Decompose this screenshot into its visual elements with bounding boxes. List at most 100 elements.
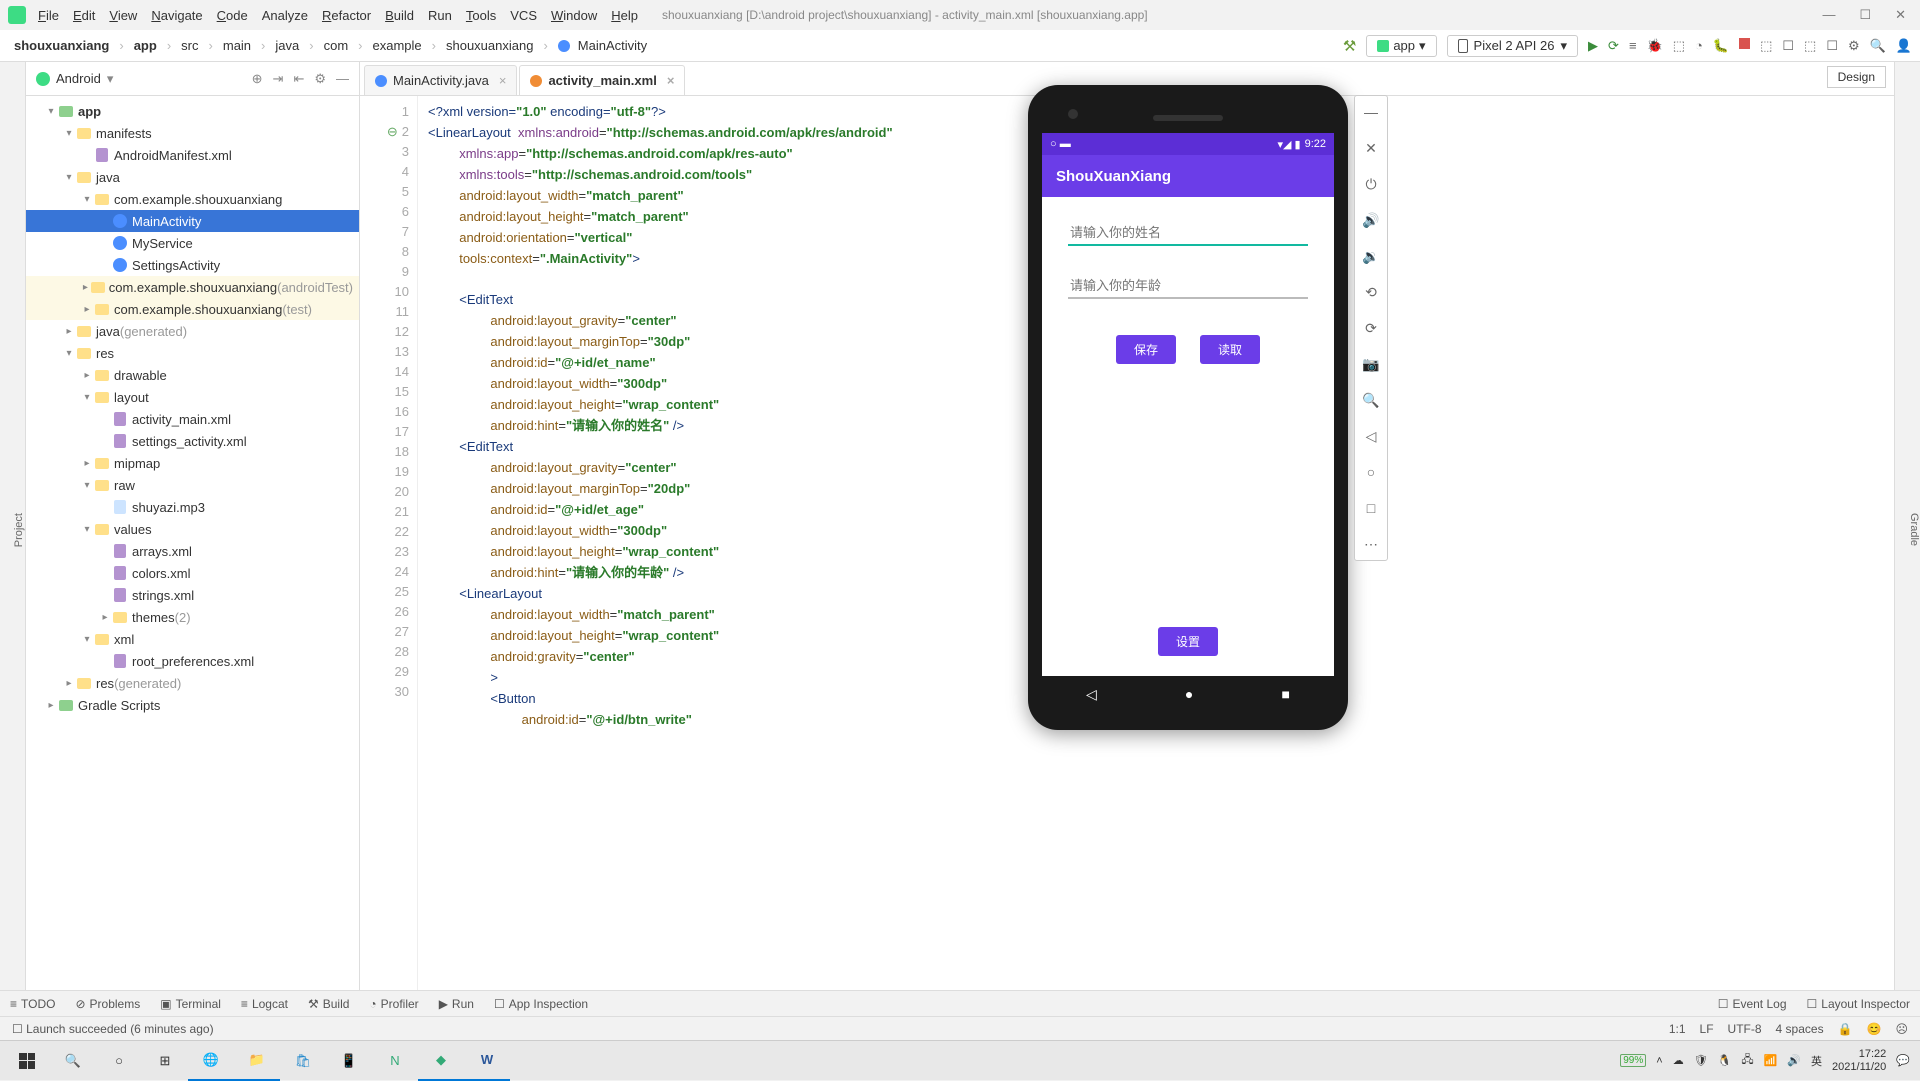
close-icon[interactable]: × — [499, 73, 507, 88]
settings-button[interactable]: 设置 — [1158, 627, 1218, 656]
run-config-dropdown[interactable]: app▾ — [1366, 35, 1436, 57]
tree-strings[interactable]: strings.xml — [26, 584, 359, 606]
terminal-tool[interactable]: ▣ Terminal — [160, 997, 221, 1011]
volume-down-icon[interactable]: 🔉 — [1361, 246, 1381, 266]
camera-icon[interactable]: 📷 — [1361, 354, 1381, 374]
emu-minimize-icon[interactable]: — — [1361, 102, 1381, 122]
read-button[interactable]: 读取 — [1200, 335, 1260, 364]
settings-icon[interactable]: ⚙ — [314, 71, 326, 87]
tree-res[interactable]: ▾res — [26, 342, 359, 364]
caret-position[interactable]: 1:1 — [1669, 1022, 1686, 1036]
menu-vcs[interactable]: VCS — [510, 8, 537, 23]
design-label[interactable]: Design — [1827, 66, 1886, 88]
apply-changes-icon[interactable]: ⟳ — [1608, 38, 1619, 54]
crumb[interactable]: com — [318, 36, 355, 55]
line-separator[interactable]: LF — [1700, 1022, 1714, 1036]
menu-refactor[interactable]: Refactor — [322, 8, 371, 23]
tree-my-service[interactable]: MyService — [26, 232, 359, 254]
tree-java-gen[interactable]: ▸java (generated) — [26, 320, 359, 342]
menu-build[interactable]: Build — [385, 8, 414, 23]
qq-icon[interactable]: 🐧 — [1718, 1054, 1732, 1067]
attach-icon[interactable]: 🐛 — [1713, 38, 1729, 54]
smiley-icon[interactable]: 😊 — [1867, 1022, 1882, 1036]
minimize-button[interactable]: — — [1822, 7, 1835, 23]
wifi-icon[interactable]: 📶 — [1764, 1054, 1778, 1067]
tab-activity-main-xml[interactable]: activity_main.xml× — [519, 65, 685, 95]
tree-settings-activity[interactable]: SettingsActivity — [26, 254, 359, 276]
tree-gradle[interactable]: ▸Gradle Scripts — [26, 694, 359, 716]
save-button[interactable]: 保存 — [1116, 335, 1176, 364]
crumb[interactable]: MainActivity — [552, 36, 653, 55]
clock[interactable]: 17:222021/11/20 — [1832, 1048, 1886, 1074]
profiler-icon[interactable]: ◔ — [1695, 38, 1703, 54]
tree-manifests[interactable]: ▾manifests — [26, 122, 359, 144]
device-dropdown[interactable]: Pixel 2 API 26▾ — [1447, 35, 1578, 57]
tree-pkg-androidtest[interactable]: ▸com.example.shouxuanxiang (androidTest) — [26, 276, 359, 298]
menu-file[interactable]: FFileile — [38, 8, 59, 23]
power-icon[interactable]: ⏻ — [1361, 174, 1381, 194]
close-button[interactable]: ✕ — [1895, 7, 1906, 23]
menu-navigate[interactable]: Navigate — [151, 8, 202, 23]
sync-icon[interactable]: ⬚ — [1760, 38, 1772, 54]
crumb[interactable]: java — [269, 36, 305, 55]
recents-icon[interactable]: ■ — [1281, 686, 1289, 702]
onedrive-icon[interactable]: ☁ — [1673, 1054, 1684, 1067]
back-icon[interactable]: ◁ — [1361, 426, 1381, 446]
menu-view[interactable]: View — [109, 8, 137, 23]
volume-up-icon[interactable]: 🔊 — [1361, 210, 1381, 230]
phone-icon[interactable]: 📱 — [326, 1041, 372, 1081]
coverage-icon[interactable]: ⬚ — [1673, 38, 1685, 54]
tray-chevron-icon[interactable]: ˄ — [1656, 1055, 1662, 1067]
menu-window[interactable]: Window — [551, 8, 597, 23]
build-tool[interactable]: ⚒ Build — [308, 997, 349, 1011]
overview-icon[interactable]: □ — [1361, 498, 1381, 518]
menu-analyze[interactable]: Analyze — [262, 8, 308, 23]
more-icon[interactable]: ⚙ — [1848, 38, 1860, 54]
tree-values[interactable]: ▾values — [26, 518, 359, 540]
tree-mipmap[interactable]: ▸mipmap — [26, 452, 359, 474]
battery-indicator[interactable]: 99% — [1620, 1054, 1646, 1067]
problems-tool[interactable]: ⊘ Problems — [75, 997, 140, 1011]
tree-shuyazi[interactable]: shuyazi.mp3 — [26, 496, 359, 518]
edge-icon[interactable]: 🌐 — [188, 1041, 234, 1081]
tree-root-pref[interactable]: root_preferences.xml — [26, 650, 359, 672]
start-button[interactable] — [4, 1041, 50, 1081]
menu-edit[interactable]: Edit — [73, 8, 95, 23]
rotate-left-icon[interactable]: ⟲ — [1361, 282, 1381, 302]
tree-settings-xml[interactable]: settings_activity.xml — [26, 430, 359, 452]
onenote-icon[interactable]: N — [372, 1041, 418, 1081]
back-icon[interactable]: ◁ — [1086, 686, 1097, 703]
close-icon[interactable]: × — [667, 73, 675, 88]
sad-icon[interactable]: ☹ — [1895, 1022, 1908, 1036]
avd-icon[interactable]: ☐ — [1782, 38, 1794, 54]
layout-inspector-tool[interactable]: ☐ Layout Inspector — [1807, 997, 1911, 1011]
logcat-tool[interactable]: ≡ Logcat — [241, 997, 288, 1011]
tree-java[interactable]: ▾java — [26, 166, 359, 188]
menu-help[interactable]: Help — [611, 8, 638, 23]
age-input[interactable] — [1068, 274, 1308, 299]
word-icon[interactable]: W — [464, 1041, 510, 1081]
menu-run[interactable]: Run — [428, 8, 452, 23]
ime-indicator[interactable]: 英 — [1811, 1053, 1822, 1069]
crumb[interactable]: src — [175, 36, 204, 55]
event-log-tool[interactable]: ☐ Event Log — [1718, 997, 1787, 1011]
cortana-button[interactable]: ○ — [96, 1041, 142, 1081]
search-icon[interactable]: 🔍 — [1870, 38, 1886, 54]
tree-res-gen[interactable]: ▸res (generated) — [26, 672, 359, 694]
debug-icon[interactable]: ≡ — [1629, 38, 1637, 54]
crumb[interactable]: example — [367, 36, 428, 55]
tree-pkg-test[interactable]: ▸com.example.shouxuanxiang (test) — [26, 298, 359, 320]
more-icon[interactable]: ⋯ — [1361, 534, 1381, 554]
task-view-button[interactable]: ⊞ — [142, 1041, 188, 1081]
build-icon[interactable]: ⚒ — [1343, 37, 1356, 55]
tree-arrays[interactable]: arrays.xml — [26, 540, 359, 562]
crumb[interactable]: app — [128, 36, 163, 55]
volume-icon[interactable]: 🔊 — [1787, 1054, 1801, 1067]
tree-main-activity[interactable]: MainActivity — [26, 210, 359, 232]
android-studio-icon[interactable]: ◆ — [418, 1041, 464, 1081]
indent[interactable]: 4 spaces — [1776, 1022, 1824, 1036]
layout-inspector-icon[interactable]: ☐ — [1826, 38, 1838, 54]
profiler-tool[interactable]: ◔ Profiler — [369, 997, 418, 1011]
tree-activity-main[interactable]: activity_main.xml — [26, 408, 359, 430]
zoom-icon[interactable]: 🔍 — [1361, 390, 1381, 410]
